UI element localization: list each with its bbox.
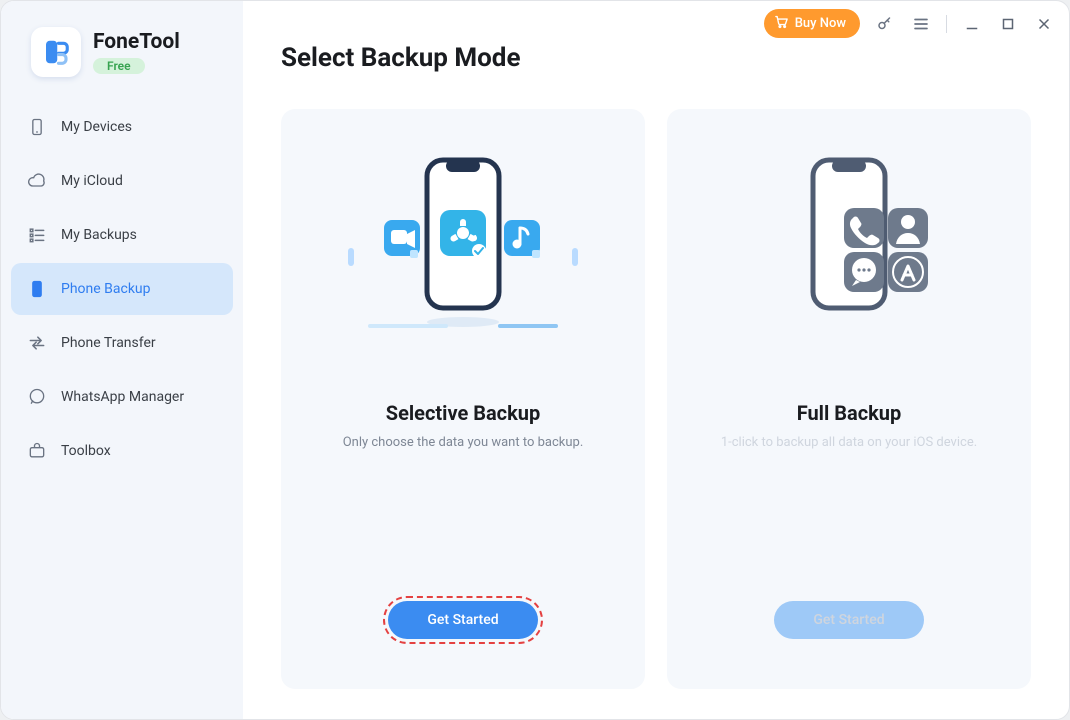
selective-backup-title: Selective Backup xyxy=(386,401,540,425)
app-window: Buy Now xyxy=(0,0,1070,720)
sidebar-item-label: Toolbox xyxy=(61,443,111,459)
sidebar-item-label: My Devices xyxy=(61,119,132,135)
sidebar-item-label: My Backups xyxy=(61,227,137,243)
app-name: FoneTool xyxy=(93,30,180,54)
titlebar-separator xyxy=(946,15,947,33)
sidebar-item-label: Phone Transfer xyxy=(61,335,156,351)
buy-now-label: Buy Now xyxy=(795,16,846,31)
sidebar-item-icloud[interactable]: My iCloud xyxy=(11,155,233,207)
selective-get-started-button[interactable]: Get Started xyxy=(388,601,538,639)
sidebar: FoneTool Free My Devices My iCloud xyxy=(1,1,243,719)
selective-backup-illustration xyxy=(305,137,621,377)
tier-badge: Free xyxy=(93,58,145,74)
key-icon[interactable] xyxy=(874,13,896,35)
sidebar-item-devices[interactable]: My Devices xyxy=(11,101,233,153)
full-get-started-button[interactable]: Get Started xyxy=(774,601,924,639)
phone-backup-icon xyxy=(27,279,47,299)
cart-icon xyxy=(774,14,789,33)
sidebar-nav: My Devices My iCloud My Backups Phone Ba… xyxy=(1,101,243,477)
maximize-button[interactable] xyxy=(997,13,1019,35)
sidebar-item-label: My iCloud xyxy=(61,173,123,189)
cloud-icon xyxy=(27,171,47,191)
full-backup-title: Full Backup xyxy=(797,401,902,425)
app-logo-icon xyxy=(31,27,81,77)
close-button[interactable] xyxy=(1033,13,1055,35)
titlebar-controls: Buy Now xyxy=(764,9,1055,38)
full-backup-desc: 1-click to backup all data on your iOS d… xyxy=(721,435,977,450)
page-title: Select Backup Mode xyxy=(281,43,1031,73)
sidebar-item-toolbox[interactable]: Toolbox xyxy=(11,425,233,477)
main-content: Select Backup Mode xyxy=(243,1,1069,719)
full-backup-card: Full Backup 1-click to backup all data o… xyxy=(667,109,1031,689)
selective-backup-card: Selective Backup Only choose the data yo… xyxy=(281,109,645,689)
selective-backup-desc: Only choose the data you want to backup. xyxy=(343,435,584,450)
brand: FoneTool Free xyxy=(1,21,243,77)
sidebar-item-phone-transfer[interactable]: Phone Transfer xyxy=(11,317,233,369)
transfer-icon xyxy=(27,333,47,353)
menu-icon[interactable] xyxy=(910,13,932,35)
sidebar-item-whatsapp[interactable]: WhatsApp Manager xyxy=(11,371,233,423)
toolbox-icon xyxy=(27,441,47,461)
chat-icon xyxy=(27,387,47,407)
minimize-button[interactable] xyxy=(961,13,983,35)
list-icon xyxy=(27,225,47,245)
sidebar-item-label: Phone Backup xyxy=(61,281,151,297)
sidebar-item-backups[interactable]: My Backups xyxy=(11,209,233,261)
mode-cards: Selective Backup Only choose the data yo… xyxy=(281,109,1031,689)
buy-now-button[interactable]: Buy Now xyxy=(764,9,860,38)
sidebar-item-phone-backup[interactable]: Phone Backup xyxy=(11,263,233,315)
sidebar-item-label: WhatsApp Manager xyxy=(61,389,184,405)
phone-icon xyxy=(27,117,47,137)
full-backup-illustration xyxy=(691,137,1007,377)
